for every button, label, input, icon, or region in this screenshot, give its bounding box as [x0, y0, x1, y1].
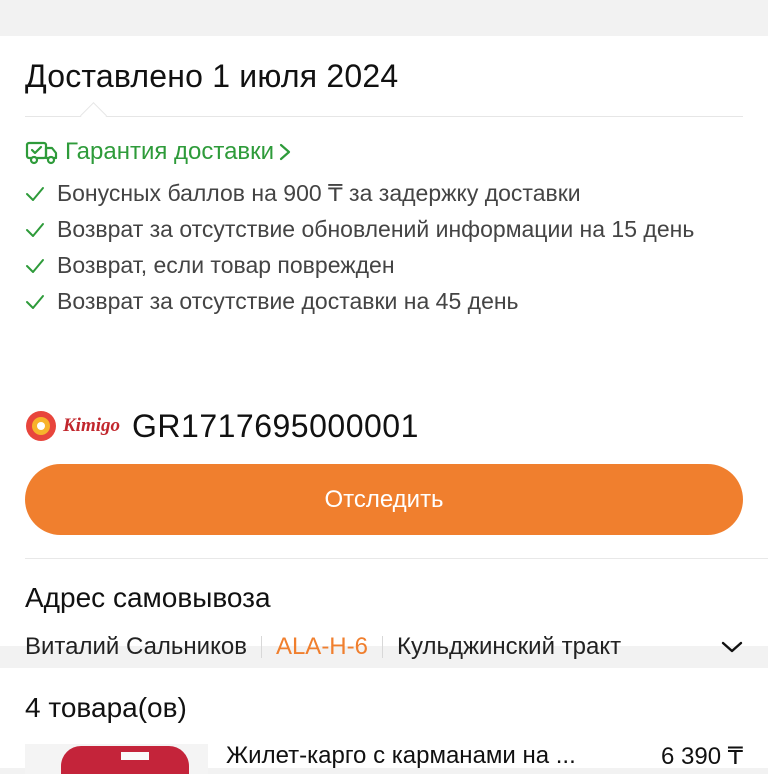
- divider-notch: [80, 102, 107, 129]
- chevron-down-icon[interactable]: [719, 639, 745, 655]
- recipient-name: Виталий Сальников: [25, 633, 247, 660]
- check-icon: [25, 177, 47, 210]
- check-icon: [25, 285, 47, 318]
- separator: [260, 636, 262, 658]
- delivery-card: Доставлено 1 июля 2024 Гарантия доставки…: [0, 36, 768, 660]
- guarantee-item: Возврат за отсутствие доставки на 45 ден…: [25, 285, 725, 318]
- kimigo-logo: [26, 411, 56, 441]
- guarantee-item: Возврат, если товар поврежден: [25, 249, 725, 282]
- guarantee-item-text: Бонусных баллов на 900 ₸ за задержку дос…: [57, 180, 581, 206]
- pickup-address-row[interactable]: Виталий Сальников ALA-H-6 Кульджинский т…: [25, 630, 745, 664]
- product-price: 6 390 ₸: [661, 743, 743, 770]
- guarantee-item: Бонусных баллов на 900 ₸ за задержку дос…: [25, 177, 725, 210]
- separator: [381, 636, 383, 658]
- title-divider: [25, 116, 743, 117]
- guarantee-label: Гарантия доставки: [65, 138, 275, 165]
- guarantee-item-text: Возврат за отсутствие обновлений информа…: [57, 216, 695, 242]
- chevron-right-icon: [279, 143, 291, 161]
- delivery-truck-icon: [25, 141, 58, 165]
- pickup-point-code: ALA-H-6: [275, 633, 368, 660]
- pickup-address-title: Адрес самовывоза: [25, 582, 271, 613]
- guarantee-item: Возврат за отсутствие обновлений информа…: [25, 213, 725, 246]
- delivery-guarantee-link[interactable]: Гарантия доставки: [25, 135, 292, 169]
- delivery-status-title: Доставлено 1 июля 2024: [25, 58, 399, 94]
- product-image[interactable]: [25, 744, 208, 774]
- guarantee-item-text: Возврат, если товар поврежден: [57, 252, 395, 278]
- section-divider: [25, 558, 768, 559]
- carrier-tracking: Kimigo GR1717695000001: [25, 404, 419, 448]
- tracking-number[interactable]: GR1717695000001: [132, 408, 419, 445]
- garment-tag: [121, 752, 149, 760]
- track-button[interactable]: Отследить: [25, 464, 743, 535]
- items-card: 4 товара(ов) Жилет-карго с карманами на …: [0, 668, 768, 774]
- guarantee-list: Бонусных баллов на 900 ₸ за задержку дос…: [25, 177, 725, 321]
- product-name[interactable]: Жилет-карго с карманами на ...: [226, 742, 636, 770]
- check-icon: [25, 213, 47, 246]
- carrier-name: Kimigo: [63, 415, 121, 436]
- garment-shape: [61, 746, 189, 774]
- pickup-street: Кульджинский тракт: [396, 633, 622, 660]
- items-count-title: 4 товара(ов): [25, 692, 187, 723]
- guarantee-item-text: Возврат за отсутствие доставки на 45 ден…: [57, 288, 519, 314]
- check-icon: [25, 249, 47, 282]
